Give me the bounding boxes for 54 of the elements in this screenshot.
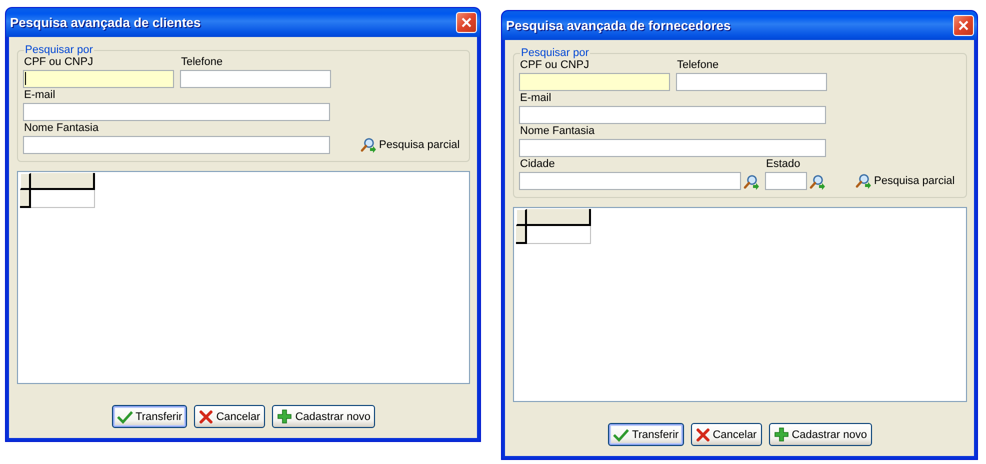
table-cell [31, 190, 95, 208]
transfer-button[interactable]: Transferir [112, 405, 188, 428]
field-label: Telefone [180, 56, 224, 70]
input-field[interactable] [765, 172, 807, 190]
input-field[interactable] [23, 136, 330, 154]
plus-icon [774, 427, 789, 442]
lookup-button[interactable] [809, 174, 825, 190]
table-cell [527, 226, 591, 244]
checkmark-icon [116, 410, 133, 424]
add-new-button[interactable]: Cadastrar novo [768, 423, 872, 446]
cross-icon [696, 428, 710, 442]
input-field[interactable] [519, 73, 670, 91]
close-button[interactable] [456, 12, 477, 33]
group-legend: Pesquisar por [24, 44, 94, 56]
checkmark-icon [613, 428, 630, 442]
input-field[interactable] [23, 70, 174, 88]
cross-icon [199, 410, 214, 424]
field-label: Telefone [676, 59, 720, 73]
input-field[interactable] [519, 172, 741, 190]
input-field[interactable] [519, 106, 826, 124]
input-field[interactable] [23, 103, 330, 121]
magnifier-icon [855, 173, 871, 189]
field-label: Cidade [519, 158, 556, 172]
magnifier-icon [360, 137, 376, 153]
close-button[interactable] [953, 15, 974, 36]
input-field[interactable] [180, 70, 331, 88]
magnifier-icon [743, 174, 759, 190]
field-label: E-mail [519, 92, 552, 106]
plus-icon [277, 409, 292, 424]
lookup-button[interactable] [743, 174, 759, 190]
window-title: Pesquisa avançada de fornecedores [506, 18, 731, 33]
field-label: CPF ou CNPJ [519, 59, 590, 73]
field-label: E-mail [23, 89, 56, 103]
close-icon [958, 20, 969, 31]
field-label: Estado [765, 158, 802, 172]
cancel-button[interactable]: Cancelar [194, 405, 266, 428]
row-indicator [20, 190, 31, 208]
partial-search-button[interactable]: Pesquisa parcial [855, 173, 955, 189]
group-legend: Pesquisar por [520, 47, 590, 59]
add-new-button[interactable]: Cadastrar novo [272, 405, 376, 428]
transfer-button[interactable]: Transferir [608, 423, 684, 446]
field-label: Nome Fantasia [519, 125, 596, 139]
row-indicator [516, 226, 527, 244]
magnifier-icon [809, 174, 825, 190]
column-header [527, 209, 591, 226]
column-header [31, 173, 95, 190]
input-field[interactable] [519, 139, 826, 157]
close-icon [461, 17, 472, 28]
cancel-button[interactable]: Cancelar [690, 423, 762, 446]
partial-search-button[interactable]: Pesquisa parcial [360, 137, 460, 153]
input-field[interactable] [676, 73, 827, 91]
field-label: Nome Fantasia [23, 122, 100, 136]
field-label: CPF ou CNPJ [23, 56, 94, 70]
window-title: Pesquisa avançada de clientes [10, 15, 201, 30]
